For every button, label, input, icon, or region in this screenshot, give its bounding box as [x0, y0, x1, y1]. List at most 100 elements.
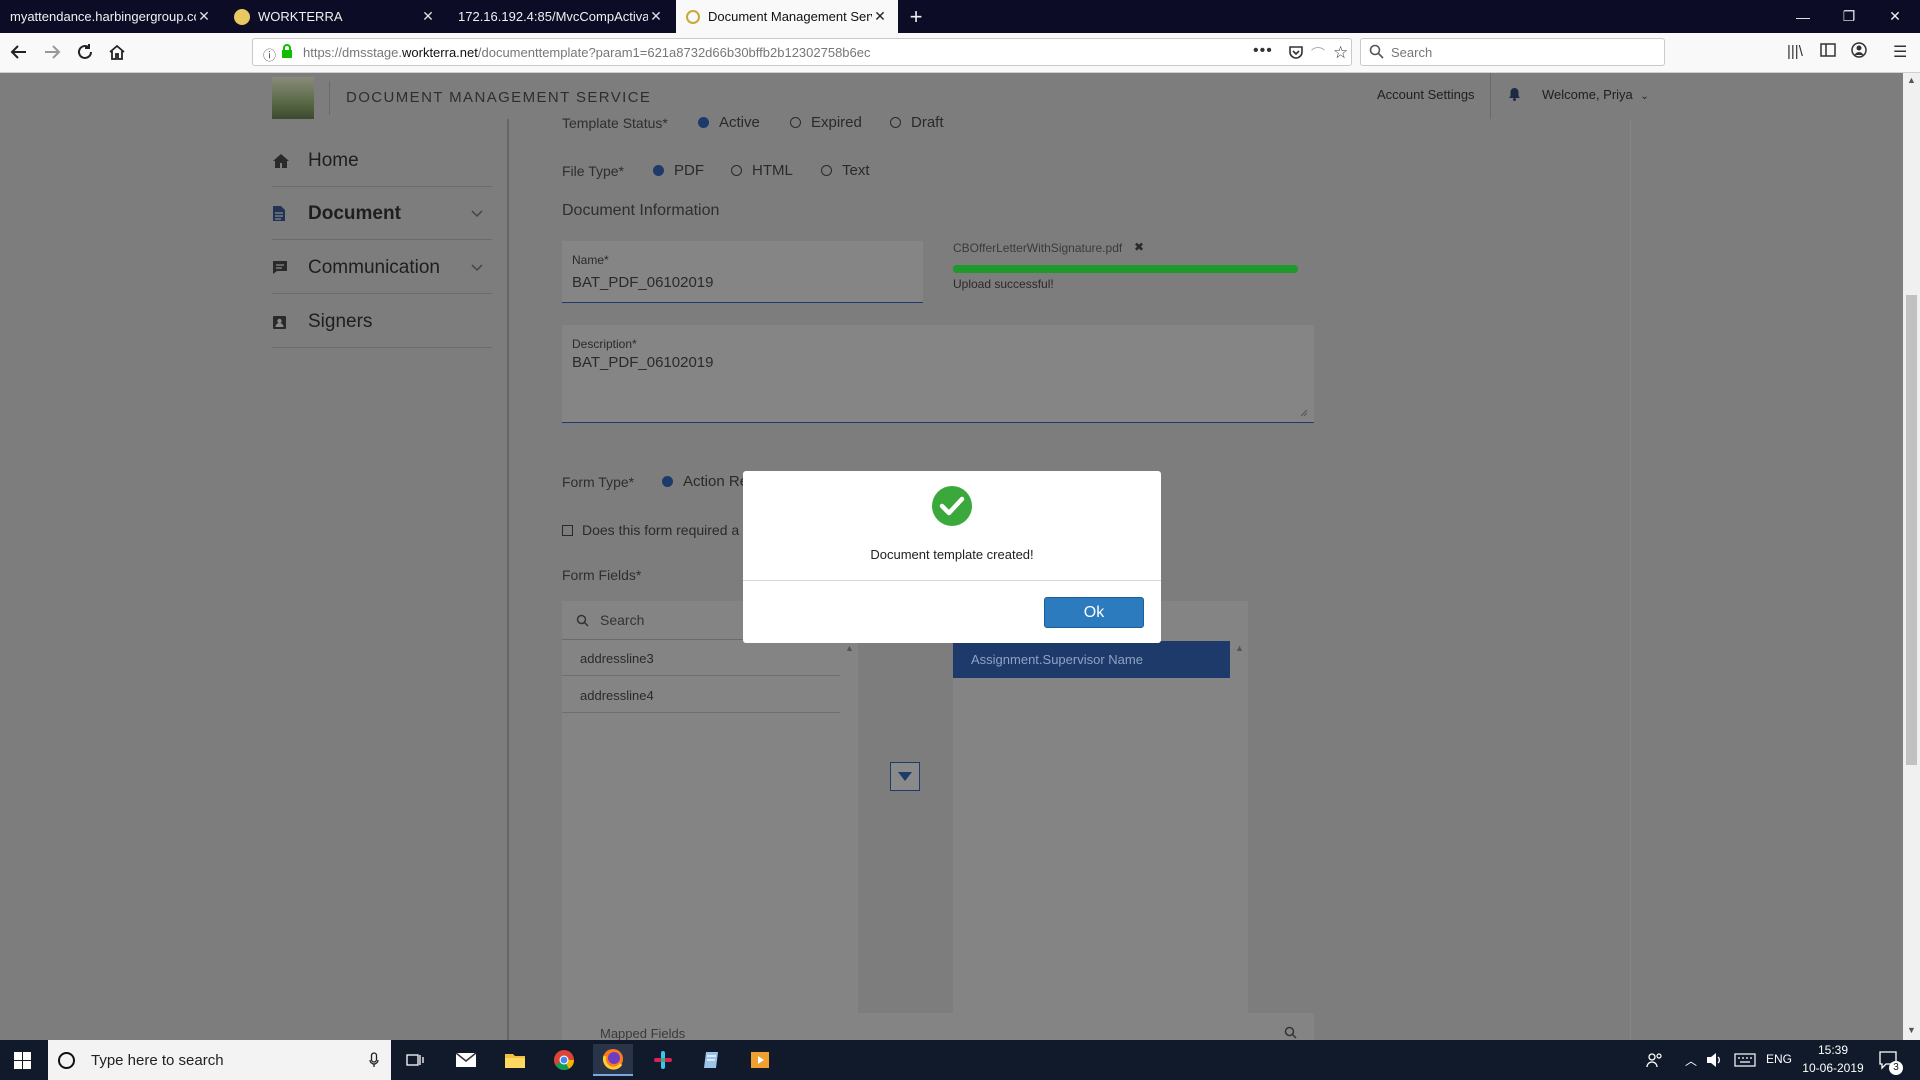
move-down-button[interactable]	[890, 762, 920, 791]
radio-draft[interactable]: Draft	[890, 114, 944, 131]
url-domain: workterra.net	[402, 45, 478, 60]
minimize-icon[interactable]: —	[1780, 0, 1826, 33]
radio-expired[interactable]: Expired	[790, 114, 862, 131]
microphone-icon[interactable]	[369, 1052, 379, 1068]
chevron-down-icon	[462, 263, 492, 272]
radio-label: Action Re	[683, 473, 749, 490]
upload-status: Upload successful!	[953, 277, 1054, 291]
menu-hamburger-icon[interactable]: ☰	[1893, 42, 1907, 62]
tab-workterra[interactable]: WORKTERRA ✕	[224, 0, 446, 33]
list-scrollbar[interactable]: ▲ ▼	[842, 641, 856, 1040]
welcome-user-menu[interactable]: Welcome, Priya ⌄	[1542, 87, 1649, 102]
browser-search-input[interactable]: Search	[1360, 38, 1665, 66]
sidebar-item-communication[interactable]: Communication	[272, 242, 492, 294]
scroll-up-icon[interactable]: ▲	[845, 643, 854, 653]
mail-app-icon[interactable]	[446, 1044, 486, 1076]
tab-label: 172.16.192.4:85/MvcCompActivateU	[458, 9, 648, 24]
notes-app-icon[interactable]	[692, 1044, 732, 1076]
forward-arrow-icon[interactable]	[37, 37, 67, 67]
radio-dot	[790, 117, 801, 128]
sidebar-item-label: Communication	[308, 256, 440, 278]
windows-start-icon[interactable]	[14, 1052, 31, 1069]
radio-dot	[821, 165, 832, 176]
taskbar-search-input[interactable]: Type here to search	[48, 1040, 391, 1080]
task-view-icon[interactable]	[395, 1044, 435, 1076]
media-app-icon[interactable]	[740, 1044, 780, 1076]
list-scrollbar[interactable]: ▲ ▼	[1232, 641, 1246, 1040]
search-icon	[1284, 1026, 1297, 1040]
content-right-edge	[1630, 119, 1631, 1040]
slack-icon[interactable]	[643, 1044, 683, 1076]
mapped-fields-label: Mapped Fields	[600, 1026, 686, 1040]
account-settings-link[interactable]: Account Settings	[1377, 87, 1475, 102]
close-icon[interactable]: ✕	[648, 8, 664, 25]
available-fields-list[interactable]: Search addressline3 addressline4 ▲ ▼	[562, 601, 858, 1040]
radio-html[interactable]: HTML	[731, 162, 793, 179]
upload-progress-fill	[953, 265, 1298, 273]
file-explorer-icon[interactable]	[495, 1044, 535, 1076]
reload-icon[interactable]	[70, 37, 100, 67]
list-item[interactable]: addressline3	[562, 640, 840, 676]
back-arrow-icon[interactable]	[4, 37, 34, 67]
people-icon[interactable]	[1646, 1051, 1664, 1069]
pocket-icon[interactable]	[1288, 44, 1304, 60]
description-textarea[interactable]: Description* BAT_PDF_06102019	[562, 325, 1314, 423]
remove-file-icon[interactable]: ✖	[1134, 240, 1144, 254]
volume-icon[interactable]	[1706, 1052, 1724, 1068]
clock-time[interactable]: 15:39	[1803, 1043, 1863, 1057]
chrome-icon[interactable]	[544, 1044, 584, 1076]
close-icon[interactable]: ✕	[196, 8, 212, 25]
close-icon[interactable]: ✕	[872, 8, 888, 25]
page-scroll-thumb[interactable]	[1906, 295, 1917, 765]
selected-fields-list[interactable]: Assignment.Supervisor Name ▲ ▼	[953, 601, 1248, 1040]
window-close-icon[interactable]: ✕	[1872, 0, 1918, 33]
library-icon[interactable]: |||\	[1787, 43, 1803, 60]
header-divider	[329, 81, 330, 115]
tab-myattendance[interactable]: myattendance.harbingergroup.com ✕	[0, 0, 222, 33]
clock-date[interactable]: 10-06-2019	[1799, 1061, 1867, 1075]
language-indicator[interactable]: ENG	[1766, 1052, 1792, 1066]
bookmark-star-icon[interactable]: ☆	[1333, 43, 1348, 63]
account-icon[interactable]	[1851, 42, 1867, 58]
scroll-down-icon[interactable]: ▼	[1907, 1025, 1916, 1035]
keyboard-icon[interactable]	[1734, 1053, 1756, 1067]
sidebar-toggle-icon[interactable]	[1820, 43, 1836, 57]
selected-list-item[interactable]: Assignment.Supervisor Name	[953, 641, 1230, 678]
form-type-label: Form Type*	[562, 474, 635, 490]
tab-dms[interactable]: Document Management Servic ✕	[676, 0, 898, 33]
new-tab-plus-icon[interactable]: +	[903, 0, 929, 33]
sidebar-item-document[interactable]: Document	[272, 188, 492, 240]
close-icon[interactable]: ✕	[420, 8, 436, 25]
scroll-up-icon[interactable]: ▲	[1235, 643, 1244, 653]
radio-label: PDF	[674, 162, 704, 179]
ok-button[interactable]: Ok	[1044, 597, 1144, 628]
taskbar-search-placeholder: Type here to search	[91, 1051, 224, 1069]
page-actions-icon[interactable]: •••	[1253, 42, 1273, 60]
sidebar-item-home[interactable]: Home	[272, 135, 492, 187]
radio-text[interactable]: Text	[821, 162, 870, 179]
caret-down-icon	[898, 772, 912, 781]
resize-handle-icon[interactable]	[1300, 409, 1308, 417]
tab-mvccomp[interactable]: 172.16.192.4:85/MvcCompActivateU ✕	[448, 0, 674, 33]
sidebar-item-signers[interactable]: Signers	[272, 296, 492, 348]
reader-icon[interactable]: ⌒	[1311, 44, 1325, 64]
scroll-up-icon[interactable]: ▲	[1907, 75, 1916, 85]
tray-chevron-up-icon[interactable]: ︿	[1685, 1052, 1697, 1069]
radio-action-required[interactable]: Action Re	[662, 473, 748, 490]
radio-pdf[interactable]: PDF	[653, 162, 704, 179]
windows-taskbar: Type here to search ︿ ENG 15:39 10-06-20…	[0, 1040, 1920, 1080]
restore-icon[interactable]: ❐	[1826, 0, 1872, 33]
radio-label: HTML	[752, 162, 793, 179]
bell-icon[interactable]	[1508, 87, 1521, 101]
home-browser-icon[interactable]	[102, 37, 132, 67]
url-bar[interactable]: ⓘ https://dmsstage.workterra.net/documen…	[252, 38, 1352, 66]
radio-active[interactable]: Active	[698, 114, 760, 131]
list-item[interactable]: addressline4	[562, 677, 840, 713]
app-logo[interactable]	[272, 77, 314, 119]
info-icon[interactable]: ⓘ	[263, 45, 276, 64]
tab-label: WORKTERRA	[258, 9, 343, 24]
requires-checkbox[interactable]: Does this form required a	[562, 522, 739, 538]
firefox-icon[interactable]	[593, 1044, 633, 1076]
radio-dot	[890, 117, 901, 128]
name-field[interactable]: Name* BAT_PDF_06102019	[562, 241, 923, 303]
